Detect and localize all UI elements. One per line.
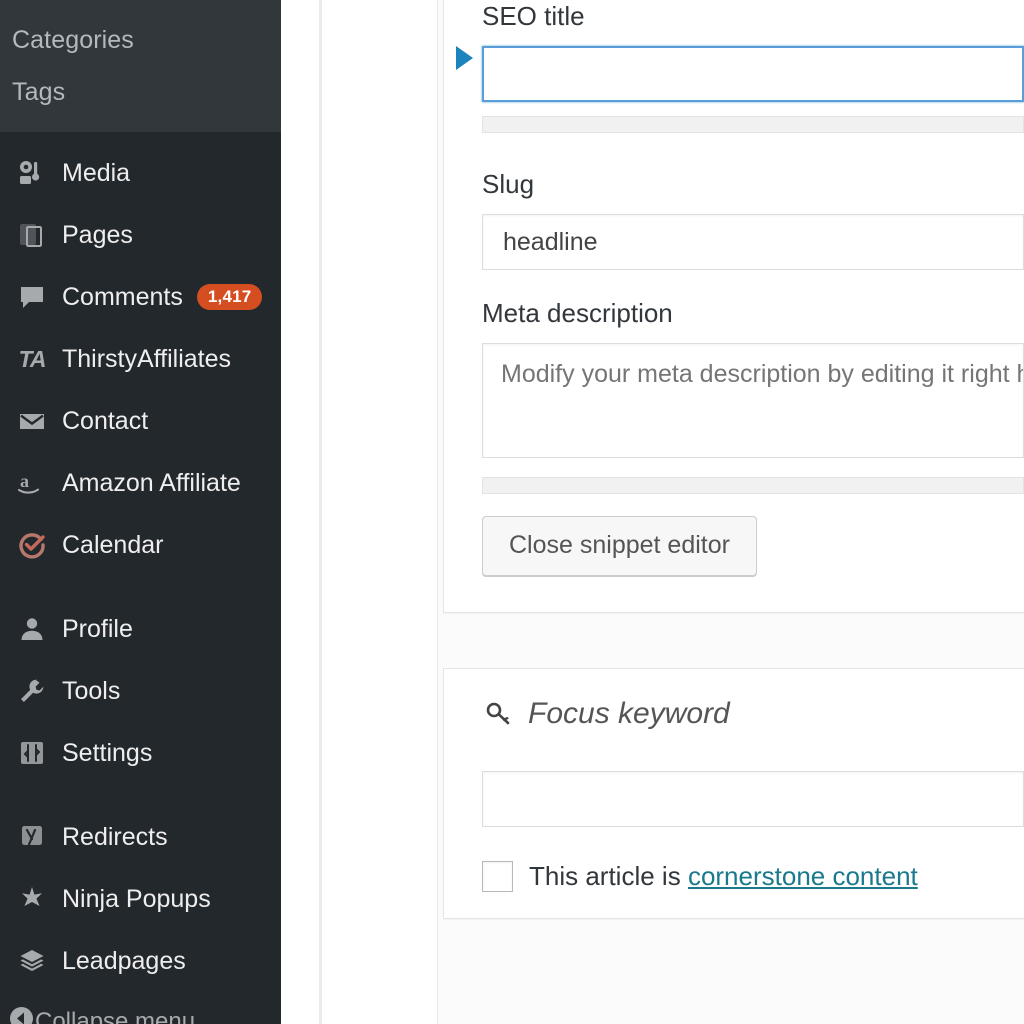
- sidebar-item-label-media: Media: [62, 158, 131, 187]
- cornerstone-text-before: This article is: [529, 861, 681, 891]
- sidebar-item-settings[interactable]: Settings: [0, 722, 281, 784]
- thirstyaffiliates-icon: TA: [18, 345, 47, 372]
- sidebar-item-label-comments: Comments: [62, 282, 183, 311]
- sidebar-item-pages[interactable]: Pages: [0, 204, 281, 266]
- sidebar-item-profile[interactable]: Profile: [0, 598, 281, 660]
- sidebar-item-label-ninja-popups: Ninja Popups: [62, 884, 211, 913]
- main-content-area: SEO title Slug Meta description: [437, 0, 1024, 1024]
- sidebar-item-label-thirstyaffiliates: ThirstyAffiliates: [62, 344, 232, 373]
- sidebar-item-leadpages[interactable]: Leadpages: [0, 930, 281, 992]
- submenu-label-tags: Tags: [12, 77, 66, 106]
- admin-sidebar: Categories Tags Media Pages Comments 1,4…: [0, 0, 281, 1024]
- sidebar-primary-group: Media Pages Comments 1,417 TA ThirstyAff…: [0, 132, 281, 1024]
- sidebar-item-label-calendar: Calendar: [62, 530, 164, 559]
- focus-keyword-field-block: [444, 771, 1024, 827]
- pages-icon: [8, 221, 56, 249]
- comments-count-badge: 1,417: [196, 284, 263, 310]
- cornerstone-content-row[interactable]: This article is cornerstone content: [444, 861, 1024, 892]
- user-icon: [8, 615, 56, 643]
- seo-title-input[interactable]: [482, 46, 1024, 102]
- sidebar-item-contact[interactable]: Contact: [0, 390, 281, 452]
- layers-icon: [8, 947, 56, 975]
- cornerstone-content-checkbox[interactable]: [482, 861, 513, 892]
- wordpress-admin-screen: Categories Tags Media Pages Comments 1,4…: [0, 0, 1024, 1024]
- slug-input[interactable]: [482, 214, 1024, 270]
- meta-description-field-block: Meta description: [444, 298, 1024, 494]
- sidebar-item-label-redirects: Redirects: [62, 822, 168, 851]
- amazon-icon: a: [8, 469, 56, 497]
- sliders-icon: [8, 739, 56, 767]
- submenu-label-categories: Categories: [12, 25, 134, 54]
- meta-description-length-progress: [482, 477, 1024, 494]
- envelope-icon: [8, 407, 56, 435]
- content-gutter: [281, 0, 437, 1024]
- seo-title-length-progress: [482, 116, 1024, 133]
- sidebar-item-ninja-popups[interactable]: Ninja Popups: [0, 868, 281, 930]
- slug-field-block: Slug: [444, 169, 1024, 270]
- collapse-menu-button[interactable]: Collapse menu: [0, 992, 281, 1024]
- sidebar-item-calendar[interactable]: Calendar: [0, 514, 281, 576]
- focus-keyword-input[interactable]: [482, 771, 1024, 827]
- close-snippet-editor-button[interactable]: Close snippet editor: [482, 516, 757, 576]
- seo-title-label: SEO title: [482, 1, 585, 31]
- sidebar-item-amazon-affiliate[interactable]: a Amazon Affiliate: [0, 452, 281, 514]
- sidebar-item-thirstyaffiliates[interactable]: TA ThirstyAffiliates: [0, 328, 281, 390]
- svg-text:a: a: [20, 471, 29, 491]
- posts-submenu: Categories Tags: [0, 0, 281, 132]
- focus-keyword-title: Focus keyword: [528, 697, 730, 730]
- wrench-icon: [8, 677, 56, 705]
- sidebar-submenu-item-tags[interactable]: Tags: [0, 66, 281, 118]
- snippet-actions: Close snippet editor: [444, 516, 1024, 576]
- slug-label: Slug: [482, 169, 535, 199]
- calendar-check-icon: [8, 531, 56, 559]
- sidebar-item-label-settings: Settings: [62, 738, 153, 767]
- key-icon: [482, 699, 516, 729]
- sidebar-item-comments[interactable]: Comments 1,417: [0, 266, 281, 328]
- sidebar-item-media[interactable]: Media: [0, 142, 281, 204]
- seo-title-field-block: SEO title: [444, 1, 1024, 133]
- sidebar-item-label-profile: Profile: [62, 614, 133, 643]
- sidebar-item-label-pages: Pages: [62, 220, 133, 249]
- meta-description-textarea[interactable]: [482, 343, 1024, 458]
- sidebar-item-label-tools: Tools: [62, 676, 121, 705]
- sidebar-divider-1: [0, 576, 281, 598]
- sidebar-item-label-leadpages: Leadpages: [62, 946, 186, 975]
- cornerstone-content-link[interactable]: cornerstone content: [688, 861, 918, 891]
- sidebar-item-tools[interactable]: Tools: [0, 660, 281, 722]
- star-icon: [8, 885, 56, 913]
- collapse-menu-label: Collapse menu: [35, 1008, 196, 1024]
- focus-keyword-header: Focus keyword: [444, 697, 1024, 731]
- sidebar-item-redirects[interactable]: Redirects: [0, 806, 281, 868]
- media-icon: [8, 159, 56, 187]
- meta-description-label: Meta description: [482, 298, 673, 328]
- seo-title-focus-marker-icon: [456, 46, 473, 70]
- sidebar-item-label-contact: Contact: [62, 406, 149, 435]
- sidebar-submenu-item-categories[interactable]: Categories: [0, 14, 281, 66]
- comments-icon: [8, 283, 56, 311]
- focus-keyword-panel: Focus keyword This article is cornerston…: [443, 668, 1024, 919]
- cornerstone-content-label: This article is cornerstone content: [529, 861, 918, 892]
- snippet-editor-panel: SEO title Slug Meta description: [443, 0, 1024, 613]
- collapse-arrow-icon: [8, 1005, 35, 1024]
- sidebar-item-label-amazon-affiliate: Amazon Affiliate: [62, 468, 241, 497]
- sidebar-divider-2: [0, 784, 281, 806]
- yoast-icon: [8, 823, 56, 851]
